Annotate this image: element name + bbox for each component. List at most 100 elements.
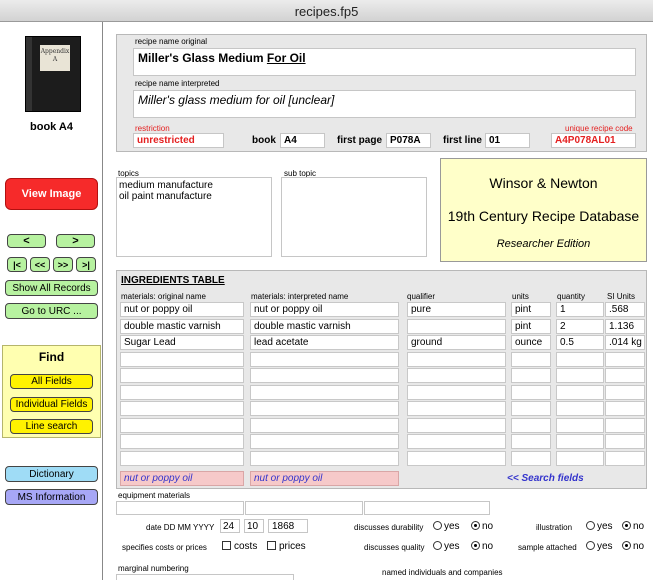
- ingredient-qualifier-cell[interactable]: [407, 319, 506, 334]
- first-record-button[interactable]: |<: [7, 257, 27, 272]
- ingredient-original-cell[interactable]: [120, 451, 244, 466]
- ingredient-interpreted-cell[interactable]: [250, 434, 399, 449]
- first-line-field[interactable]: 01: [485, 133, 530, 148]
- ingredient-si-units-cell[interactable]: .014 kg: [605, 335, 645, 350]
- find-all-fields-button[interactable]: All Fields: [10, 374, 93, 389]
- sample-yes-option[interactable]: yes: [586, 541, 613, 552]
- view-image-button[interactable]: View Image: [5, 178, 98, 210]
- ingredient-qualifier-cell[interactable]: [407, 401, 506, 416]
- recipe-name-original-field[interactable]: Miller's Glass Medium For Oil: [133, 48, 636, 76]
- ingredient-quantity-cell[interactable]: [556, 352, 604, 367]
- ingredient-qualifier-cell[interactable]: [407, 368, 506, 383]
- ingredient-si-units-cell[interactable]: [605, 352, 645, 367]
- ingredient-quantity-cell[interactable]: 1: [556, 302, 604, 317]
- date-day-field[interactable]: 24: [220, 519, 240, 533]
- book-field[interactable]: A4: [280, 133, 325, 148]
- ingredient-units-cell[interactable]: [511, 385, 551, 400]
- ingredient-original-cell[interactable]: [120, 385, 244, 400]
- ingredient-original-cell[interactable]: [120, 368, 244, 383]
- sub-topic-list[interactable]: [281, 177, 427, 257]
- search-interpreted-field[interactable]: nut or poppy oil: [250, 471, 399, 486]
- ingredient-si-units-cell[interactable]: [605, 368, 645, 383]
- ingredient-interpreted-cell[interactable]: [250, 451, 399, 466]
- ingredient-units-cell[interactable]: [511, 434, 551, 449]
- ingredient-original-cell[interactable]: [120, 418, 244, 433]
- ingredient-qualifier-cell[interactable]: [407, 451, 506, 466]
- ingredient-interpreted-cell[interactable]: [250, 401, 399, 416]
- ingredient-qualifier-cell[interactable]: [407, 352, 506, 367]
- sample-no-option[interactable]: no: [622, 541, 644, 552]
- ingredient-original-cell[interactable]: [120, 401, 244, 416]
- ingredient-si-units-cell[interactable]: 1.136: [605, 319, 645, 334]
- go-to-urc-button[interactable]: Go to URC ...: [5, 303, 98, 319]
- ingredient-qualifier-cell[interactable]: [407, 434, 506, 449]
- ingredient-units-cell[interactable]: pint: [511, 302, 551, 317]
- ingredient-units-cell[interactable]: pint: [511, 319, 551, 334]
- search-fields-link[interactable]: << Search fields: [507, 473, 584, 484]
- unique-code-field[interactable]: A4P078AL01: [551, 133, 636, 148]
- illustration-no-option[interactable]: no: [622, 521, 644, 532]
- search-original-field[interactable]: nut or poppy oil: [120, 471, 244, 486]
- line-search-button[interactable]: Line search: [10, 419, 93, 434]
- ingredient-units-cell[interactable]: [511, 401, 551, 416]
- marginal-numbering-field[interactable]: [116, 574, 294, 580]
- ingredient-quantity-cell[interactable]: [556, 401, 604, 416]
- ingredient-qualifier-cell[interactable]: [407, 385, 506, 400]
- forward-records-button[interactable]: >>: [53, 257, 73, 272]
- ingredient-qualifier-cell[interactable]: pure: [407, 302, 506, 317]
- ingredient-units-cell[interactable]: [511, 368, 551, 383]
- show-all-records-button[interactable]: Show All Records: [5, 280, 98, 296]
- ingredient-quantity-cell[interactable]: [556, 368, 604, 383]
- ingredient-units-cell[interactable]: ounce: [511, 335, 551, 350]
- restriction-field[interactable]: unrestricted: [133, 133, 224, 148]
- ingredient-original-cell[interactable]: [120, 434, 244, 449]
- ingredient-qualifier-cell[interactable]: [407, 418, 506, 433]
- equipment-field-2[interactable]: [245, 501, 363, 515]
- ingredient-interpreted-cell[interactable]: double mastic varnish: [250, 319, 399, 334]
- ingredient-quantity-cell[interactable]: 0.5: [556, 335, 604, 350]
- date-month-field[interactable]: 10: [244, 519, 264, 533]
- ingredient-original-cell[interactable]: Sugar Lead: [120, 335, 244, 350]
- ingredient-si-units-cell[interactable]: [605, 434, 645, 449]
- equipment-field-3[interactable]: [364, 501, 490, 515]
- ingredient-quantity-cell[interactable]: [556, 451, 604, 466]
- ingredient-units-cell[interactable]: [511, 451, 551, 466]
- ingredient-original-cell[interactable]: double mastic varnish: [120, 319, 244, 334]
- ingredient-units-cell[interactable]: [511, 352, 551, 367]
- ms-information-button[interactable]: MS Information: [5, 489, 98, 505]
- illustration-yes-option[interactable]: yes: [586, 521, 613, 532]
- find-individual-fields-button[interactable]: Individual Fields: [10, 397, 93, 412]
- equipment-field-1[interactable]: [116, 501, 244, 515]
- durability-no-option[interactable]: no: [471, 521, 493, 532]
- ingredient-interpreted-cell[interactable]: [250, 385, 399, 400]
- last-record-button[interactable]: >|: [76, 257, 96, 272]
- ingredient-quantity-cell[interactable]: [556, 418, 604, 433]
- back-records-button[interactable]: <<: [30, 257, 50, 272]
- ingredient-interpreted-cell[interactable]: [250, 368, 399, 383]
- ingredient-interpreted-cell[interactable]: [250, 418, 399, 433]
- ingredient-units-cell[interactable]: [511, 418, 551, 433]
- ingredient-qualifier-cell[interactable]: ground: [407, 335, 506, 350]
- next-record-button[interactable]: >: [56, 234, 95, 248]
- ingredient-interpreted-cell[interactable]: [250, 352, 399, 367]
- first-page-field[interactable]: P078A: [386, 133, 431, 148]
- ingredient-original-cell[interactable]: [120, 352, 244, 367]
- quality-no-option[interactable]: no: [471, 541, 493, 552]
- topics-list[interactable]: medium manufacture oil paint manufacture: [116, 177, 272, 257]
- quality-yes-option[interactable]: yes: [433, 541, 460, 552]
- ingredient-interpreted-cell[interactable]: lead acetate: [250, 335, 399, 350]
- prev-record-button[interactable]: <: [7, 234, 46, 248]
- ingredient-original-cell[interactable]: nut or poppy oil: [120, 302, 244, 317]
- ingredient-quantity-cell[interactable]: [556, 385, 604, 400]
- recipe-name-interpreted-field[interactable]: Miller's glass medium for oil [unclear]: [133, 90, 636, 118]
- costs-checkbox[interactable]: costs: [222, 541, 257, 552]
- ingredient-si-units-cell[interactable]: [605, 418, 645, 433]
- ingredient-quantity-cell[interactable]: [556, 434, 604, 449]
- ingredient-si-units-cell[interactable]: .568: [605, 302, 645, 317]
- ingredient-si-units-cell[interactable]: [605, 385, 645, 400]
- prices-checkbox[interactable]: prices: [267, 541, 306, 552]
- ingredient-si-units-cell[interactable]: [605, 451, 645, 466]
- date-year-field[interactable]: 1868: [268, 519, 308, 533]
- dictionary-button[interactable]: Dictionary: [5, 466, 98, 482]
- durability-yes-option[interactable]: yes: [433, 521, 460, 532]
